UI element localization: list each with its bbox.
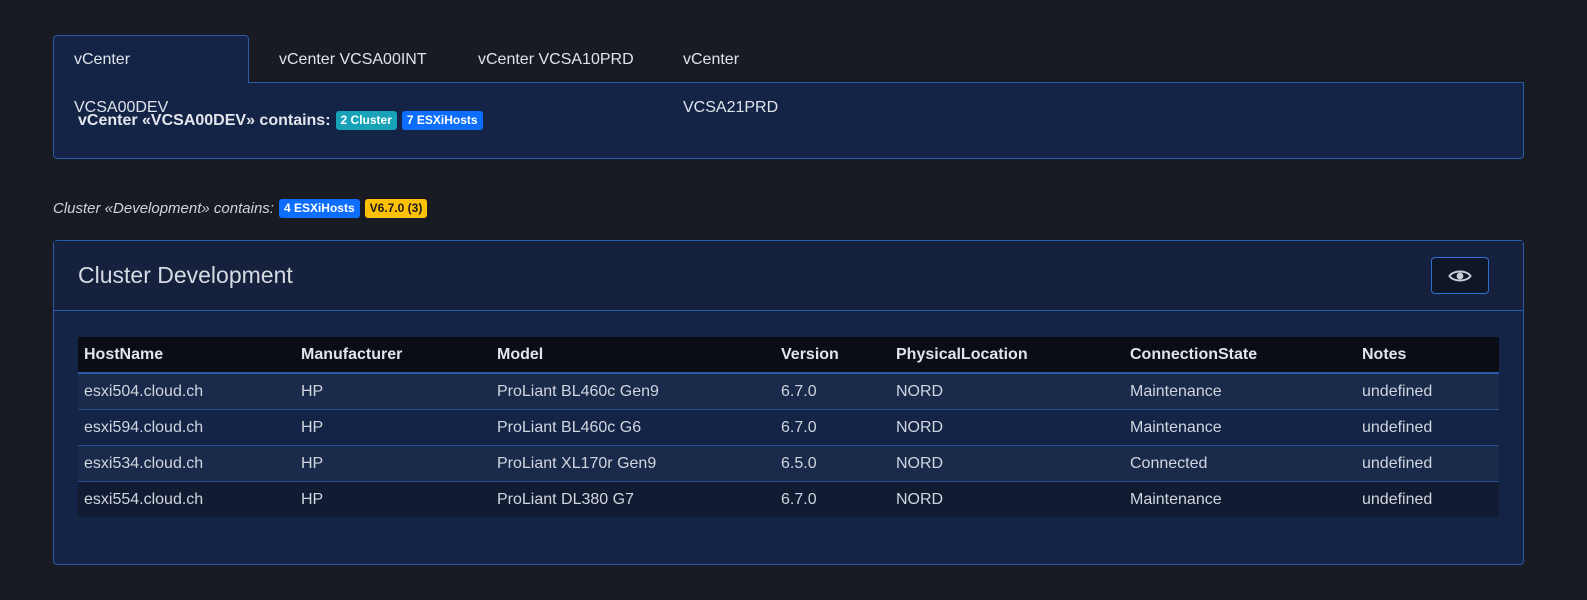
table-row[interactable]: esxi504.cloud.ch HP ProLiant BL460c Gen9… <box>78 373 1499 410</box>
col-notes[interactable]: Notes <box>1356 337 1499 373</box>
cell-version: 6.7.0 <box>775 409 890 446</box>
hosts-table: HostName Manufacturer Model Version Phys… <box>78 337 1499 517</box>
cluster-card: Cluster Development HostName Manufacture… <box>53 240 1524 565</box>
cluster-card-body: HostName Manufacturer Model Version Phys… <box>54 311 1523 543</box>
col-model[interactable]: Model <box>491 337 775 373</box>
tab-vcsa10prd[interactable]: vCenter VCSA10PRD <box>452 35 658 81</box>
col-manufacturer[interactable]: Manufacturer <box>295 337 491 373</box>
cell-hostname: esxi594.cloud.ch <box>78 409 295 446</box>
cluster-host-count-badge: 4 ESXiHosts <box>278 199 360 218</box>
cell-version: 6.7.0 <box>775 481 890 517</box>
cell-model: ProLiant DL380 G7 <box>491 481 775 517</box>
table-row[interactable]: esxi594.cloud.ch HP ProLiant BL460c G6 6… <box>78 409 1499 446</box>
col-connection-state[interactable]: ConnectionState <box>1124 337 1356 373</box>
cell-hostname: esxi504.cloud.ch <box>84 382 204 400</box>
cell-hostname: esxi534.cloud.ch <box>78 445 295 482</box>
cluster-card-title: Cluster Development <box>78 262 293 288</box>
cell-notes: undefined <box>1356 445 1499 482</box>
vcenter-summary: vCenter «VCSA00DEV» contains: 2 Cluster … <box>53 83 1524 159</box>
col-version[interactable]: Version <box>775 337 890 373</box>
cell-connection-state: Connected <box>1124 445 1356 482</box>
cell-connection-state: Maintenance <box>1124 481 1356 517</box>
tab-vcsa00dev[interactable]: vCenter VCSA00DEV <box>53 35 249 116</box>
cluster-count-badge: 2 Cluster <box>335 111 397 130</box>
table-header-row: HostName Manufacturer Model Version Phys… <box>78 337 1499 373</box>
cell-model: ProLiant BL460c Gen9 <box>497 382 659 400</box>
cell-notes: undefined <box>1362 382 1433 400</box>
cell-physical-location: NORD <box>890 409 1124 446</box>
table-row[interactable]: esxi554.cloud.ch HP ProLiant DL380 G7 6.… <box>78 481 1499 517</box>
cell-version: 6.5.0 <box>775 445 890 482</box>
cell-notes: undefined <box>1356 481 1499 517</box>
cell-model: ProLiant XL170r Gen9 <box>491 445 775 482</box>
cell-connection-state: Maintenance <box>1130 382 1222 400</box>
cluster-version-badge: V6.7.0 (3) <box>364 199 428 218</box>
col-physical-location[interactable]: PhysicalLocation <box>890 337 1124 373</box>
tab-vcsa21prd[interactable]: vCenter VCSA21PRD <box>658 35 858 116</box>
cell-manufacturer: HP <box>301 382 324 400</box>
cluster-card-header: Cluster Development <box>54 241 1523 311</box>
vcenter-tabs: vCenter VCSA00DEV vCenter VCSA00INT vCen… <box>53 35 1524 116</box>
cell-manufacturer: HP <box>295 409 491 446</box>
cell-manufacturer: HP <box>295 481 491 517</box>
cell-connection-state: Maintenance <box>1124 409 1356 446</box>
vcenter-view: vCenter VCSA00DEV vCenter VCSA00INT vCen… <box>53 35 1524 565</box>
cell-hostname: esxi554.cloud.ch <box>78 481 295 517</box>
cluster-summary: Cluster «Development» contains: 4 ESXiHo… <box>53 199 428 218</box>
table-row[interactable]: esxi534.cloud.ch HP ProLiant XL170r Gen9… <box>78 445 1499 482</box>
cell-physical-location: NORD <box>890 445 1124 482</box>
cell-version: 6.7.0 <box>781 382 817 400</box>
toggle-visibility-button[interactable] <box>1431 257 1489 294</box>
cell-physical-location: NORD <box>890 481 1124 517</box>
host-count-badge: 7 ESXiHosts <box>401 111 483 130</box>
cell-model: ProLiant BL460c G6 <box>491 409 775 446</box>
eye-icon <box>1448 270 1472 281</box>
cluster-summary-text: Cluster «Development» contains: <box>53 200 274 217</box>
cell-manufacturer: HP <box>295 445 491 482</box>
cell-physical-location: NORD <box>896 382 944 400</box>
col-hostname[interactable]: HostName <box>78 337 295 373</box>
tab-vcsa00int[interactable]: vCenter VCSA00INT <box>249 35 452 81</box>
cell-notes: undefined <box>1356 409 1499 446</box>
